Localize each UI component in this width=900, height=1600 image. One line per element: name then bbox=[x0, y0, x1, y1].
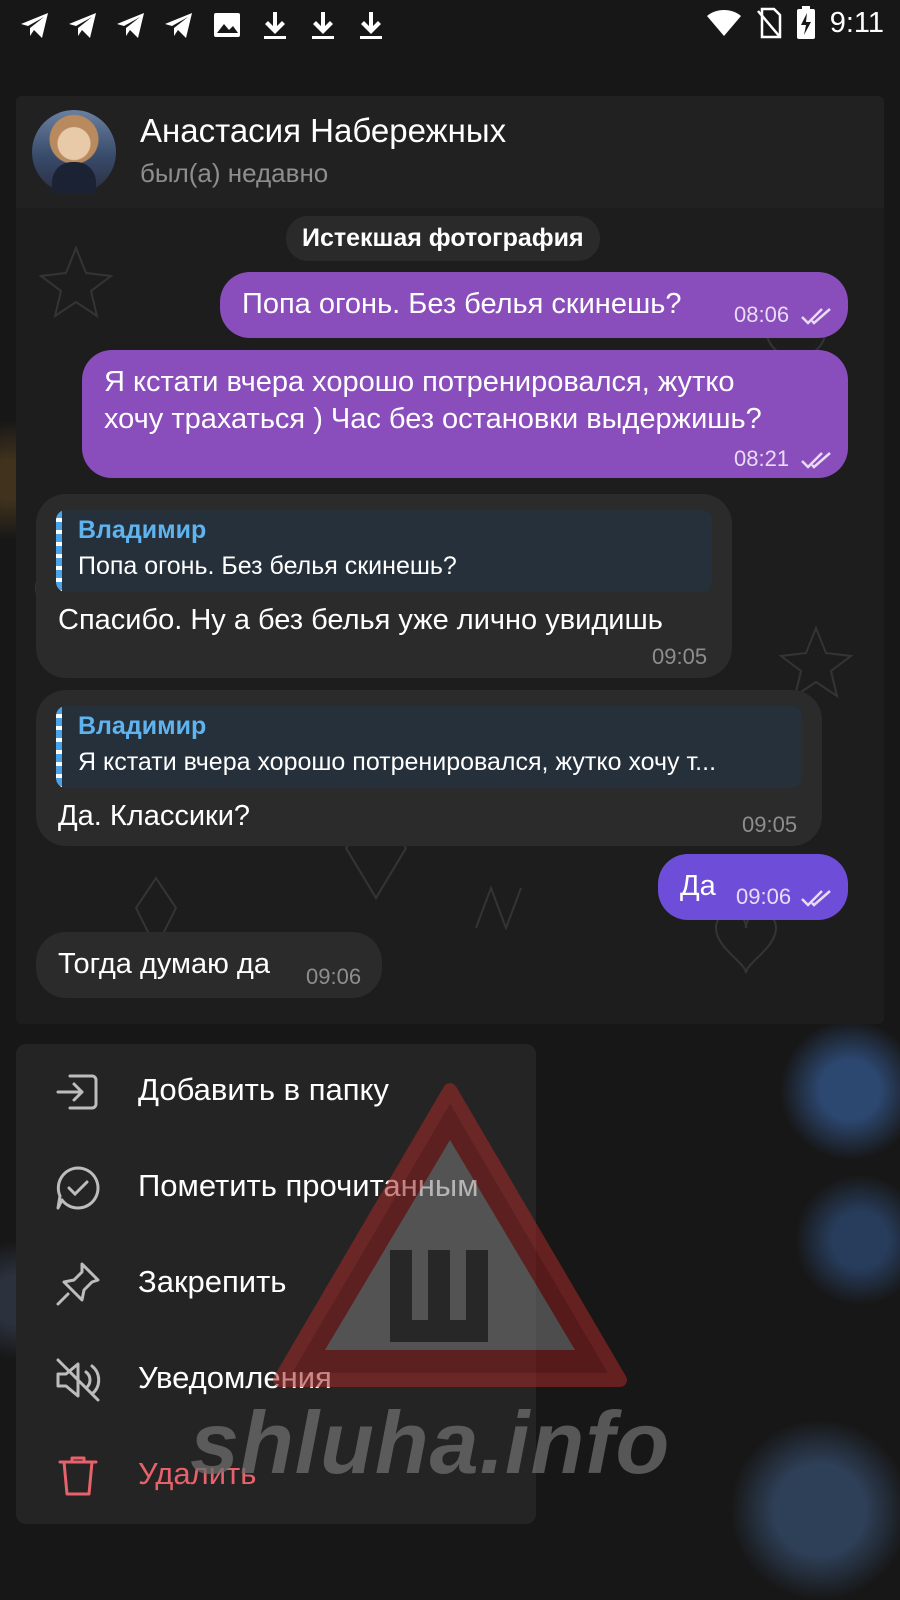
watermark-logo bbox=[273, 1083, 627, 1387]
download-icon bbox=[264, 12, 286, 39]
download-icon bbox=[360, 12, 382, 39]
menu-label: Закрепить bbox=[138, 1264, 287, 1299]
reply-quote[interactable]: Владимир Я кстати вчера хорошо потрениро… bbox=[56, 706, 802, 788]
clock: 9:11 bbox=[829, 6, 884, 39]
trash-icon bbox=[58, 1456, 98, 1496]
telegram-icon bbox=[117, 13, 144, 38]
incoming-message[interactable]: Тогда думаю да 09:06 bbox=[36, 932, 382, 998]
telegram-icon bbox=[21, 13, 48, 38]
no-sim-icon bbox=[756, 7, 781, 39]
message-list[interactable]: Истекшая фотография Попа огонь. Без бель… bbox=[16, 208, 884, 1024]
message-time: 08:06 bbox=[734, 302, 790, 327]
status-bar: 9:11 bbox=[0, 0, 900, 50]
chat-preview[interactable]: Анастасия Набережных был(а) недавно Исте… bbox=[16, 96, 884, 1024]
message-time: 08:21 bbox=[734, 446, 790, 471]
message-time: 09:06 bbox=[306, 964, 362, 989]
image-icon bbox=[214, 13, 240, 37]
telegram-icon bbox=[69, 13, 96, 38]
outgoing-message[interactable]: Попа огонь. Без белья скинешь? 08:06 bbox=[220, 272, 848, 338]
avatar[interactable] bbox=[32, 110, 116, 194]
mark-read-icon bbox=[56, 1166, 100, 1210]
message-text: Попа огонь. Без белья скинешь? bbox=[242, 288, 682, 320]
outgoing-message[interactable]: Я кстати вчера хорошо потренировался, жу… bbox=[82, 350, 848, 478]
chat-header[interactable]: Анастасия Набережных был(а) недавно bbox=[16, 96, 884, 208]
double-check-icon bbox=[801, 890, 831, 907]
reply-text: Попа огонь. Без белья скинешь? bbox=[78, 552, 457, 580]
download-icon bbox=[312, 12, 334, 39]
message-text: Спасибо. Ну а без белья уже лично увидиш… bbox=[58, 604, 663, 636]
wifi-icon bbox=[706, 10, 741, 36]
battery-charging-icon bbox=[796, 6, 815, 39]
message-text: Я кстати вчера хорошо потренировался, жу… bbox=[104, 366, 735, 398]
reply-author: Владимир bbox=[78, 712, 207, 740]
notification-icons bbox=[18, 8, 388, 42]
message-text: хочу трахаться ) Час без остановки выдер… bbox=[104, 403, 762, 435]
message-text: Тогда думаю да bbox=[58, 948, 270, 980]
double-check-icon bbox=[801, 308, 831, 325]
reply-bar bbox=[56, 706, 62, 788]
outgoing-message[interactable]: Да 09:06 bbox=[658, 854, 848, 920]
mute-icon bbox=[56, 1358, 101, 1402]
system-status: 9:11 bbox=[706, 6, 884, 40]
message-text: Да. Классики? bbox=[58, 800, 251, 832]
double-check-icon bbox=[801, 452, 831, 469]
reply-author: Владимир bbox=[78, 516, 207, 544]
message-time: 09:05 bbox=[652, 644, 708, 669]
reply-bar bbox=[56, 510, 62, 592]
pin-icon bbox=[56, 1262, 100, 1306]
contact-status: был(а) недавно bbox=[140, 158, 329, 188]
message-text: Да bbox=[680, 870, 716, 902]
contact-name: Анастасия Набережных bbox=[140, 112, 507, 149]
message-time: 09:06 bbox=[736, 884, 792, 909]
folder-add-icon bbox=[56, 1074, 98, 1110]
service-message: Истекшая фотография bbox=[286, 216, 600, 261]
reply-quote[interactable]: Владимир Попа огонь. Без белья скинешь? bbox=[56, 510, 712, 592]
watermark-text: shluha.info bbox=[190, 1393, 671, 1492]
message-time: 09:05 bbox=[742, 812, 798, 837]
reply-text: Я кстати вчера хорошо потренировался, жу… bbox=[78, 748, 717, 776]
incoming-message[interactable]: Владимир Попа огонь. Без белья скинешь? … bbox=[36, 494, 732, 678]
telegram-icon bbox=[165, 13, 192, 38]
incoming-message[interactable]: Владимир Я кстати вчера хорошо потрениро… bbox=[36, 690, 822, 846]
